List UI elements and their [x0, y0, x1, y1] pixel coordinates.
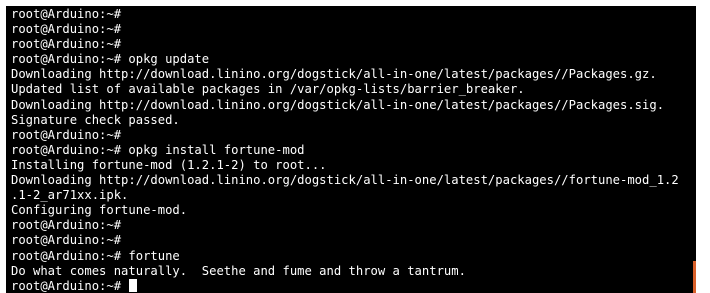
text-cursor — [129, 278, 138, 292]
terminal-line: root@Arduino:~# fortune — [11, 248, 180, 263]
scrollbar-thumb[interactable] — [693, 261, 696, 293]
terminal-line: root@Arduino:~# — [11, 127, 122, 142]
command-prompt-line[interactable]: root@Arduino:~# — [11, 278, 696, 293]
terminal-line: Configuring fortune-mod. — [11, 203, 188, 218]
shell-prompt: root@Arduino:~# — [11, 278, 129, 293]
terminal-line: Downloading http://download.linino.org/d… — [11, 97, 665, 112]
terminal-line: root@Arduino:~# opkg update — [11, 52, 210, 67]
terminal-line: Downloading http://download.linino.org/d… — [11, 67, 657, 82]
terminal-line: root@Arduino:~# — [11, 37, 122, 52]
terminal-line: root@Arduino:~# opkg install fortune-mod — [11, 142, 305, 157]
terminal-line: root@Arduino:~# — [11, 7, 122, 21]
terminal-line: Do what comes naturally. Seethe and fume… — [11, 263, 466, 278]
terminal-line: Downloading http://download.linino.org/d… — [11, 173, 679, 188]
terminal-line: Updated list of available packages in /v… — [11, 82, 525, 97]
terminal-line: root@Arduino:~# — [11, 22, 122, 37]
terminal-line: root@Arduino:~# — [11, 218, 122, 233]
terminal-window[interactable]: root@Arduino:~# root@Arduino:~# root@Ard… — [6, 6, 696, 293]
terminal-line: Signature check passed. — [11, 112, 180, 127]
terminal-line: .1-2_ar71xx.ipk. — [11, 188, 129, 203]
terminal-line: Installing fortune-mod (1.2.1-2) to root… — [11, 157, 327, 172]
terminal-output: root@Arduino:~# root@Arduino:~# root@Ard… — [11, 7, 696, 293]
terminal-line: root@Arduino:~# — [11, 233, 122, 248]
